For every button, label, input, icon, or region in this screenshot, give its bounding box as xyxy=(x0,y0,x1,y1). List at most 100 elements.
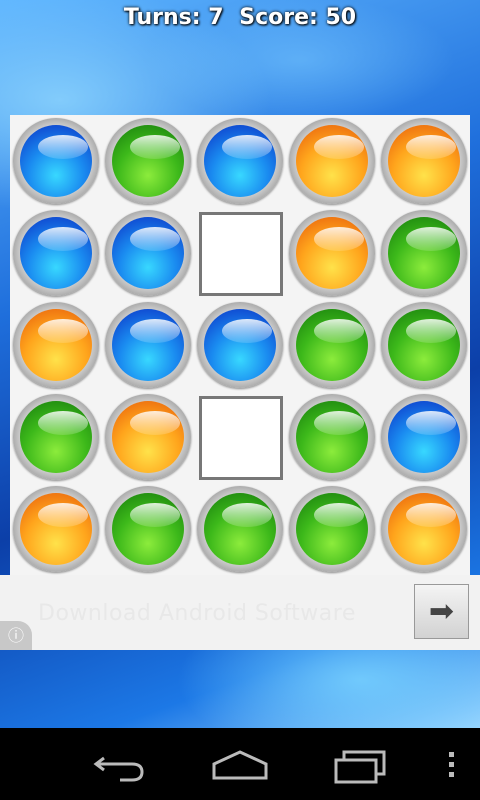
orb-core xyxy=(296,401,368,473)
orb-core xyxy=(388,401,460,473)
blue-orb[interactable] xyxy=(105,210,191,296)
orb-highlight xyxy=(314,503,364,527)
blue-orb[interactable] xyxy=(105,302,191,388)
home-icon xyxy=(212,750,268,780)
orb-highlight xyxy=(38,411,88,435)
orange-orb[interactable] xyxy=(13,302,99,388)
grid-cell xyxy=(102,391,194,483)
grid-cell xyxy=(286,115,378,207)
orb-core xyxy=(20,217,92,289)
back-button[interactable] xyxy=(90,742,150,786)
orb-highlight xyxy=(38,135,88,159)
grid-cell xyxy=(194,115,286,207)
game-board xyxy=(10,115,470,575)
orb-core xyxy=(388,125,460,197)
orb-highlight xyxy=(130,319,180,343)
info-icon[interactable]: ⓘ xyxy=(0,621,32,650)
back-icon xyxy=(93,756,144,782)
orb-highlight xyxy=(38,503,88,527)
orb-core xyxy=(204,309,276,381)
orb-highlight xyxy=(130,227,180,251)
green-orb[interactable] xyxy=(381,302,467,388)
grid-cell xyxy=(102,299,194,391)
turns-counter: Turns: 7 xyxy=(123,5,224,30)
green-orb[interactable] xyxy=(105,118,191,204)
orb-highlight xyxy=(314,227,364,251)
orb-core xyxy=(388,217,460,289)
orb-core xyxy=(112,401,184,473)
green-orb[interactable] xyxy=(381,210,467,296)
blue-orb[interactable] xyxy=(197,302,283,388)
system-navigation-bar xyxy=(0,728,480,800)
green-orb[interactable] xyxy=(289,394,375,480)
grid-cell xyxy=(10,299,102,391)
orb-core xyxy=(388,309,460,381)
orb-highlight xyxy=(222,135,272,159)
orb-highlight xyxy=(222,503,272,527)
recents-button[interactable] xyxy=(330,742,390,786)
grid-cell xyxy=(286,483,378,575)
orb-highlight xyxy=(406,227,456,251)
orb-core xyxy=(112,493,184,565)
ad-text[interactable]: Download Android Software xyxy=(38,601,356,626)
grid-cell xyxy=(10,483,102,575)
orb-highlight xyxy=(406,319,456,343)
grid-cell xyxy=(378,207,470,299)
orb-core xyxy=(20,401,92,473)
grid-cell xyxy=(10,115,102,207)
ad-banner[interactable]: Download Android Software ⓘ ➡ xyxy=(0,575,480,650)
grid-cell xyxy=(378,391,470,483)
orb-highlight xyxy=(38,227,88,251)
grid-cell xyxy=(194,299,286,391)
green-orb[interactable] xyxy=(289,486,375,572)
orb-core xyxy=(20,125,92,197)
blue-orb[interactable] xyxy=(197,118,283,204)
orb-highlight xyxy=(130,503,180,527)
blue-orb[interactable] xyxy=(13,210,99,296)
green-orb[interactable] xyxy=(289,302,375,388)
ad-arrow-button[interactable]: ➡ xyxy=(414,584,469,639)
orb-core xyxy=(112,125,184,197)
grid-cell xyxy=(102,115,194,207)
orb-highlight xyxy=(130,411,180,435)
grid-cell xyxy=(194,391,286,483)
grid-cell xyxy=(286,299,378,391)
orb-highlight xyxy=(130,135,180,159)
blue-orb[interactable] xyxy=(381,394,467,480)
orb-core xyxy=(20,309,92,381)
green-orb[interactable] xyxy=(197,486,283,572)
orb-core xyxy=(296,217,368,289)
orb-highlight xyxy=(222,319,272,343)
green-orb[interactable] xyxy=(13,394,99,480)
orange-orb[interactable] xyxy=(381,486,467,572)
orange-orb[interactable] xyxy=(289,210,375,296)
grid-cell xyxy=(286,391,378,483)
grid-cell xyxy=(378,299,470,391)
green-orb[interactable] xyxy=(105,486,191,572)
orb-highlight xyxy=(38,319,88,343)
overflow-menu-button[interactable] xyxy=(436,742,466,786)
orange-orb[interactable] xyxy=(105,394,191,480)
orb-highlight xyxy=(314,319,364,343)
orb-core xyxy=(388,493,460,565)
orb-core xyxy=(296,493,368,565)
grid-cell xyxy=(194,483,286,575)
orb-highlight xyxy=(406,411,456,435)
arrow-right-icon: ➡ xyxy=(428,594,455,629)
empty-slot[interactable] xyxy=(199,212,283,296)
recents-icon xyxy=(334,750,386,784)
grid-cell xyxy=(286,207,378,299)
orb-highlight xyxy=(406,135,456,159)
grid-cell xyxy=(194,207,286,299)
orb-highlight xyxy=(314,135,364,159)
orb-core xyxy=(204,493,276,565)
blue-orb[interactable] xyxy=(13,118,99,204)
orange-orb[interactable] xyxy=(381,118,467,204)
orange-orb[interactable] xyxy=(289,118,375,204)
orb-highlight xyxy=(314,411,364,435)
orb-core xyxy=(296,125,368,197)
orange-orb[interactable] xyxy=(13,486,99,572)
orb-core xyxy=(296,309,368,381)
home-button[interactable] xyxy=(210,742,270,786)
empty-slot[interactable] xyxy=(199,396,283,480)
